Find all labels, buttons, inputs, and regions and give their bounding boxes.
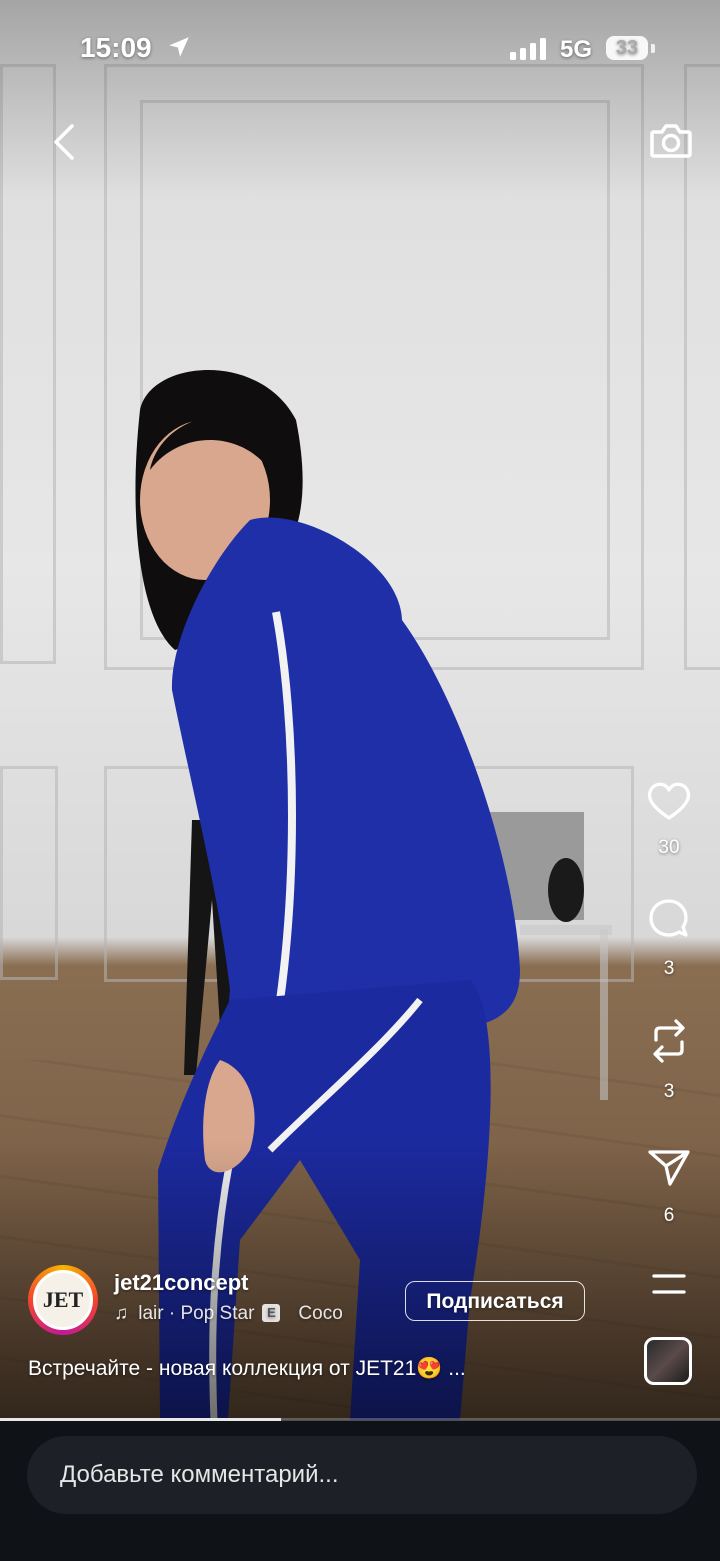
location-arrow-icon	[166, 34, 192, 65]
camera-icon[interactable]	[648, 118, 694, 164]
share-button[interactable]: 6	[640, 1146, 698, 1227]
status-bar: 15:09 5G 33	[0, 28, 720, 72]
comment-input[interactable]	[27, 1436, 697, 1514]
comment-button[interactable]: 3	[640, 897, 698, 980]
comment-icon	[646, 899, 692, 947]
video-player[interactable]	[0, 0, 720, 1420]
music-note-icon: ♫	[114, 1303, 129, 1324]
comment-bar	[0, 1421, 720, 1561]
reels-screen: 15:09 5G 33 30 3 3 6 JET jet21concept ♫ …	[0, 0, 720, 1561]
repost-icon	[646, 1019, 692, 1070]
username[interactable]: jet21concept	[114, 1270, 249, 1296]
like-button[interactable]: 30	[640, 780, 698, 859]
music-info[interactable]: ♫ lair · Pop Star E Coco	[114, 1303, 384, 1325]
repost-count: 3	[663, 1081, 675, 1102]
explicit-badge: E	[262, 1304, 281, 1322]
audio-thumbnail[interactable]	[644, 1337, 692, 1385]
comment-count: 3	[663, 958, 675, 979]
send-icon	[646, 1150, 692, 1194]
avatar: JET	[33, 1270, 93, 1330]
avatar-story-ring[interactable]: JET	[28, 1265, 98, 1335]
like-count: 30	[658, 837, 680, 858]
avatar-logo-text: JET	[42, 1287, 84, 1312]
music-artist: lair · Pop Star	[138, 1303, 255, 1324]
follow-button[interactable]: Подписаться	[405, 1281, 585, 1321]
network-type: 5G	[560, 36, 593, 63]
status-time: 15:09	[80, 32, 152, 63]
repost-button[interactable]: 3	[640, 1016, 698, 1103]
menu-icon[interactable]	[650, 1270, 688, 1298]
share-count: 6	[663, 1205, 675, 1226]
back-chevron-icon[interactable]	[44, 118, 88, 166]
battery-tip	[651, 44, 655, 53]
signal-icon	[510, 38, 548, 65]
music-track: Coco	[298, 1303, 343, 1324]
post-caption[interactable]: Встречайте - новая коллекция от JET21😍 .…	[28, 1357, 466, 1381]
heart-icon	[646, 782, 692, 826]
battery-icon: 33	[606, 36, 648, 60]
